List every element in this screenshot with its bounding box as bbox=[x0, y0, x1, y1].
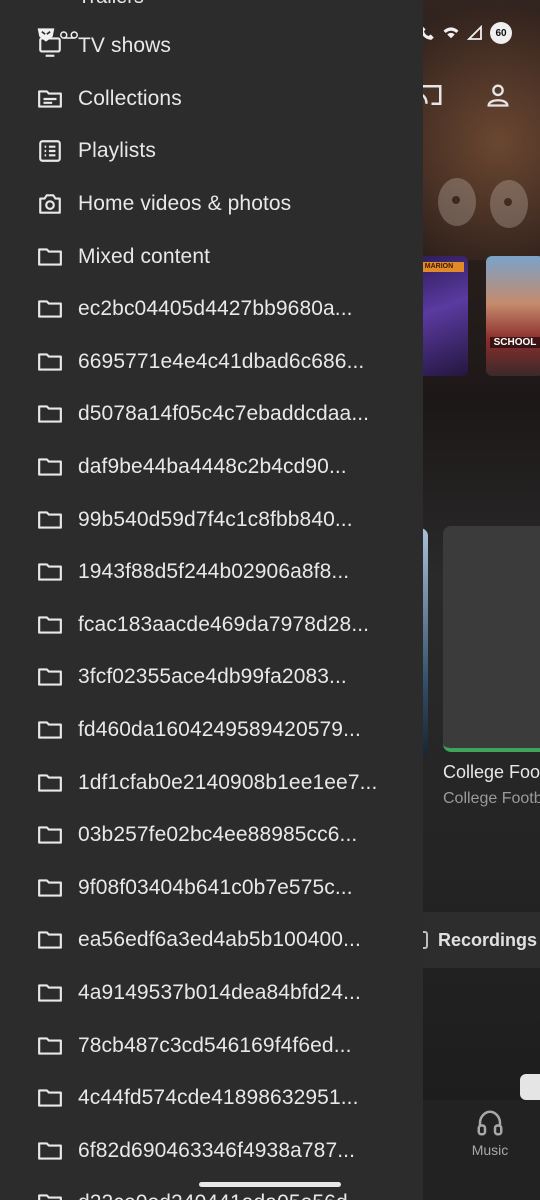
drawer-item-label: Playlists bbox=[78, 139, 156, 163]
drawer-item-library-folder[interactable]: 6695771e4e4c41dbad6c686... bbox=[0, 336, 423, 389]
battery-indicator: 60 bbox=[490, 22, 512, 44]
hero-art-detail bbox=[438, 178, 476, 226]
drawer-item-mixed-content[interactable]: Mixed content bbox=[0, 230, 423, 283]
drawer-item-library-folder[interactable]: fcac183aacde469da7978d28... bbox=[0, 599, 423, 652]
folder-icon bbox=[36, 453, 64, 481]
drawer-item-library-folder[interactable]: ec2bc04405d4427bb9680a... bbox=[0, 283, 423, 336]
poster-title: SCHOOL bbox=[490, 337, 540, 348]
nav-music[interactable]: Music bbox=[471, 1108, 509, 1158]
drawer-item-label: 99b540d59d7f4c1c8fbb840... bbox=[78, 507, 353, 531]
drawer-item-library-folder[interactable]: 6f82d690463346f4938a787... bbox=[0, 1124, 423, 1177]
folder-icon bbox=[36, 1189, 64, 1200]
playlist-icon bbox=[36, 137, 64, 165]
drawer-item-library-folder[interactable]: 4c44fd574cde41898632951... bbox=[0, 1072, 423, 1125]
drawer-item-library-folder[interactable]: 78cb487c3cd546169f4f6ed... bbox=[0, 1019, 423, 1072]
folder-icon bbox=[36, 243, 64, 271]
drawer-item-label: daf9be44ba4448c2b4cd90... bbox=[78, 455, 347, 479]
header-actions bbox=[414, 80, 512, 110]
bottom-navigation: Music bbox=[410, 1100, 540, 1200]
drawer-item-label: 6f82d690463346f4938a787... bbox=[78, 1138, 356, 1162]
drawer-item-library-folder[interactable]: 3fcf02355ace4db99fa2083... bbox=[0, 651, 423, 704]
voicemail-icon bbox=[60, 31, 78, 39]
folder-icon bbox=[36, 926, 64, 954]
wifi-icon bbox=[443, 27, 459, 39]
drawer-item-label: Collections bbox=[78, 86, 182, 110]
folder-icon bbox=[36, 769, 64, 797]
headphones-icon bbox=[477, 1110, 503, 1136]
collections-icon bbox=[36, 85, 64, 113]
folder-icon bbox=[36, 400, 64, 428]
folder-icon bbox=[36, 1084, 64, 1112]
user-profile-icon[interactable] bbox=[484, 81, 512, 109]
drawer-item-label: TV shows bbox=[78, 34, 171, 58]
recordings-section-header[interactable]: Recordings bbox=[416, 912, 540, 968]
media-card[interactable] bbox=[443, 526, 540, 752]
drawer-item-label: 03b257fe02bc4ee88985cc6... bbox=[78, 823, 358, 847]
drawer-item-label: fcac183aacde469da7978d28... bbox=[78, 612, 370, 636]
drawer-item-library-folder[interactable]: ea56edf6a3ed4ab5b100400... bbox=[0, 914, 423, 967]
folder-icon bbox=[36, 1137, 64, 1165]
drawer-item-library-folder[interactable]: 9f08f03404b641c0b7e575c... bbox=[0, 862, 423, 915]
drawer-item-home-videos-photos[interactable]: Home videos & photos bbox=[0, 178, 423, 231]
drawer-item-label: Home videos & photos bbox=[78, 192, 292, 216]
drawer-item-label: 6695771e4e4c41dbad6c686... bbox=[78, 349, 365, 373]
drawer-item-label: 1943f88d5f244b02906a8f8... bbox=[78, 560, 350, 584]
drawer-item-list: TV shows Collections Playlists Home vide… bbox=[0, 20, 423, 1200]
signal-icon bbox=[466, 24, 482, 40]
camera-icon bbox=[36, 190, 64, 218]
drawer-item-label: ea56edf6a3ed4ab5b100400... bbox=[78, 928, 361, 952]
drawer-item-label: Mixed content bbox=[78, 244, 211, 268]
media-thumbnail[interactable] bbox=[520, 1074, 540, 1100]
media-poster[interactable]: SCHOOL bbox=[486, 256, 540, 376]
nav-music-label: Music bbox=[471, 1142, 509, 1158]
folder-icon bbox=[36, 506, 64, 534]
recordings-label: Recordings bbox=[438, 929, 538, 950]
drawer-item-label: ec2bc04405d4427bb9680a... bbox=[78, 297, 353, 321]
drawer-item-library-folder[interactable]: d5078a14f05c4c7ebaddcdaa... bbox=[0, 388, 423, 441]
hero-art-detail bbox=[490, 180, 528, 228]
folder-icon bbox=[36, 295, 64, 323]
drawer-item-label: d5078a14f05c4c7ebaddcdaa... bbox=[78, 402, 370, 426]
drawer-item-label: 3fcf02355ace4db99fa2083... bbox=[78, 665, 347, 689]
folder-icon bbox=[36, 716, 64, 744]
drawer-item-label: 4c44fd574cde41898632951... bbox=[78, 1086, 359, 1110]
navigation-drawer: Trailers TV shows Collections bbox=[0, 0, 423, 1200]
folder-icon bbox=[36, 821, 64, 849]
folder-icon bbox=[36, 611, 64, 639]
folder-icon bbox=[36, 979, 64, 1007]
status-left-icons bbox=[36, 26, 78, 44]
drawer-item-library-folder[interactable]: d22ce0ed240441ada05e56d... bbox=[0, 1177, 423, 1200]
drawer-item-collections[interactable]: Collections bbox=[0, 73, 423, 126]
drawer-item-label: 1df1cfab0e2140908b1ee1ee7... bbox=[78, 770, 378, 794]
folder-icon bbox=[36, 663, 64, 691]
media-poster-row: MARION SCHOOL bbox=[410, 256, 540, 376]
drawer-item-library-folder[interactable]: 4a9149537b014dea84bfd24... bbox=[0, 967, 423, 1020]
folder-icon bbox=[36, 558, 64, 586]
drawer-item-library-folder[interactable]: daf9be44ba4448c2b4cd90... bbox=[0, 441, 423, 494]
drawer-item-library-folder[interactable]: 99b540d59d7f4c1c8fbb840... bbox=[0, 493, 423, 546]
app-notification-icon bbox=[37, 28, 55, 42]
folder-icon bbox=[36, 348, 64, 376]
drawer-item-library-folder[interactable]: fd460da1604249589420579... bbox=[0, 704, 423, 757]
card-title: College Football bbox=[443, 762, 540, 782]
drawer-item-label: 78cb487c3cd546169f4f6ed... bbox=[78, 1033, 352, 1057]
drawer-item-label: fd460da1604249589420579... bbox=[78, 718, 361, 742]
drawer-item-label: 9f08f03404b641c0b7e575c... bbox=[78, 875, 353, 899]
folder-icon bbox=[36, 874, 64, 902]
folder-icon bbox=[36, 1032, 64, 1060]
drawer-item-library-folder[interactable]: 1df1cfab0e2140908b1ee1ee7... bbox=[0, 756, 423, 809]
drawer-item-library-folder[interactable]: 1943f88d5f244b02906a8f8... bbox=[0, 546, 423, 599]
status-icons: 60 bbox=[418, 22, 512, 44]
drawer-item-label: d22ce0ed240441ada05e56d... bbox=[78, 1191, 366, 1200]
drawer-item-label: 4a9149537b014dea84bfd24... bbox=[78, 980, 361, 1004]
drawer-item-library-folder[interactable]: 03b257fe02bc4ee88985cc6... bbox=[0, 809, 423, 862]
drawer-item-playlists[interactable]: Playlists bbox=[0, 125, 423, 178]
card-subtitle: College Football bbox=[443, 790, 540, 807]
gesture-navigation-bar[interactable] bbox=[199, 1182, 341, 1187]
drawer-item-trailers[interactable]: Trailers bbox=[78, 0, 144, 9]
